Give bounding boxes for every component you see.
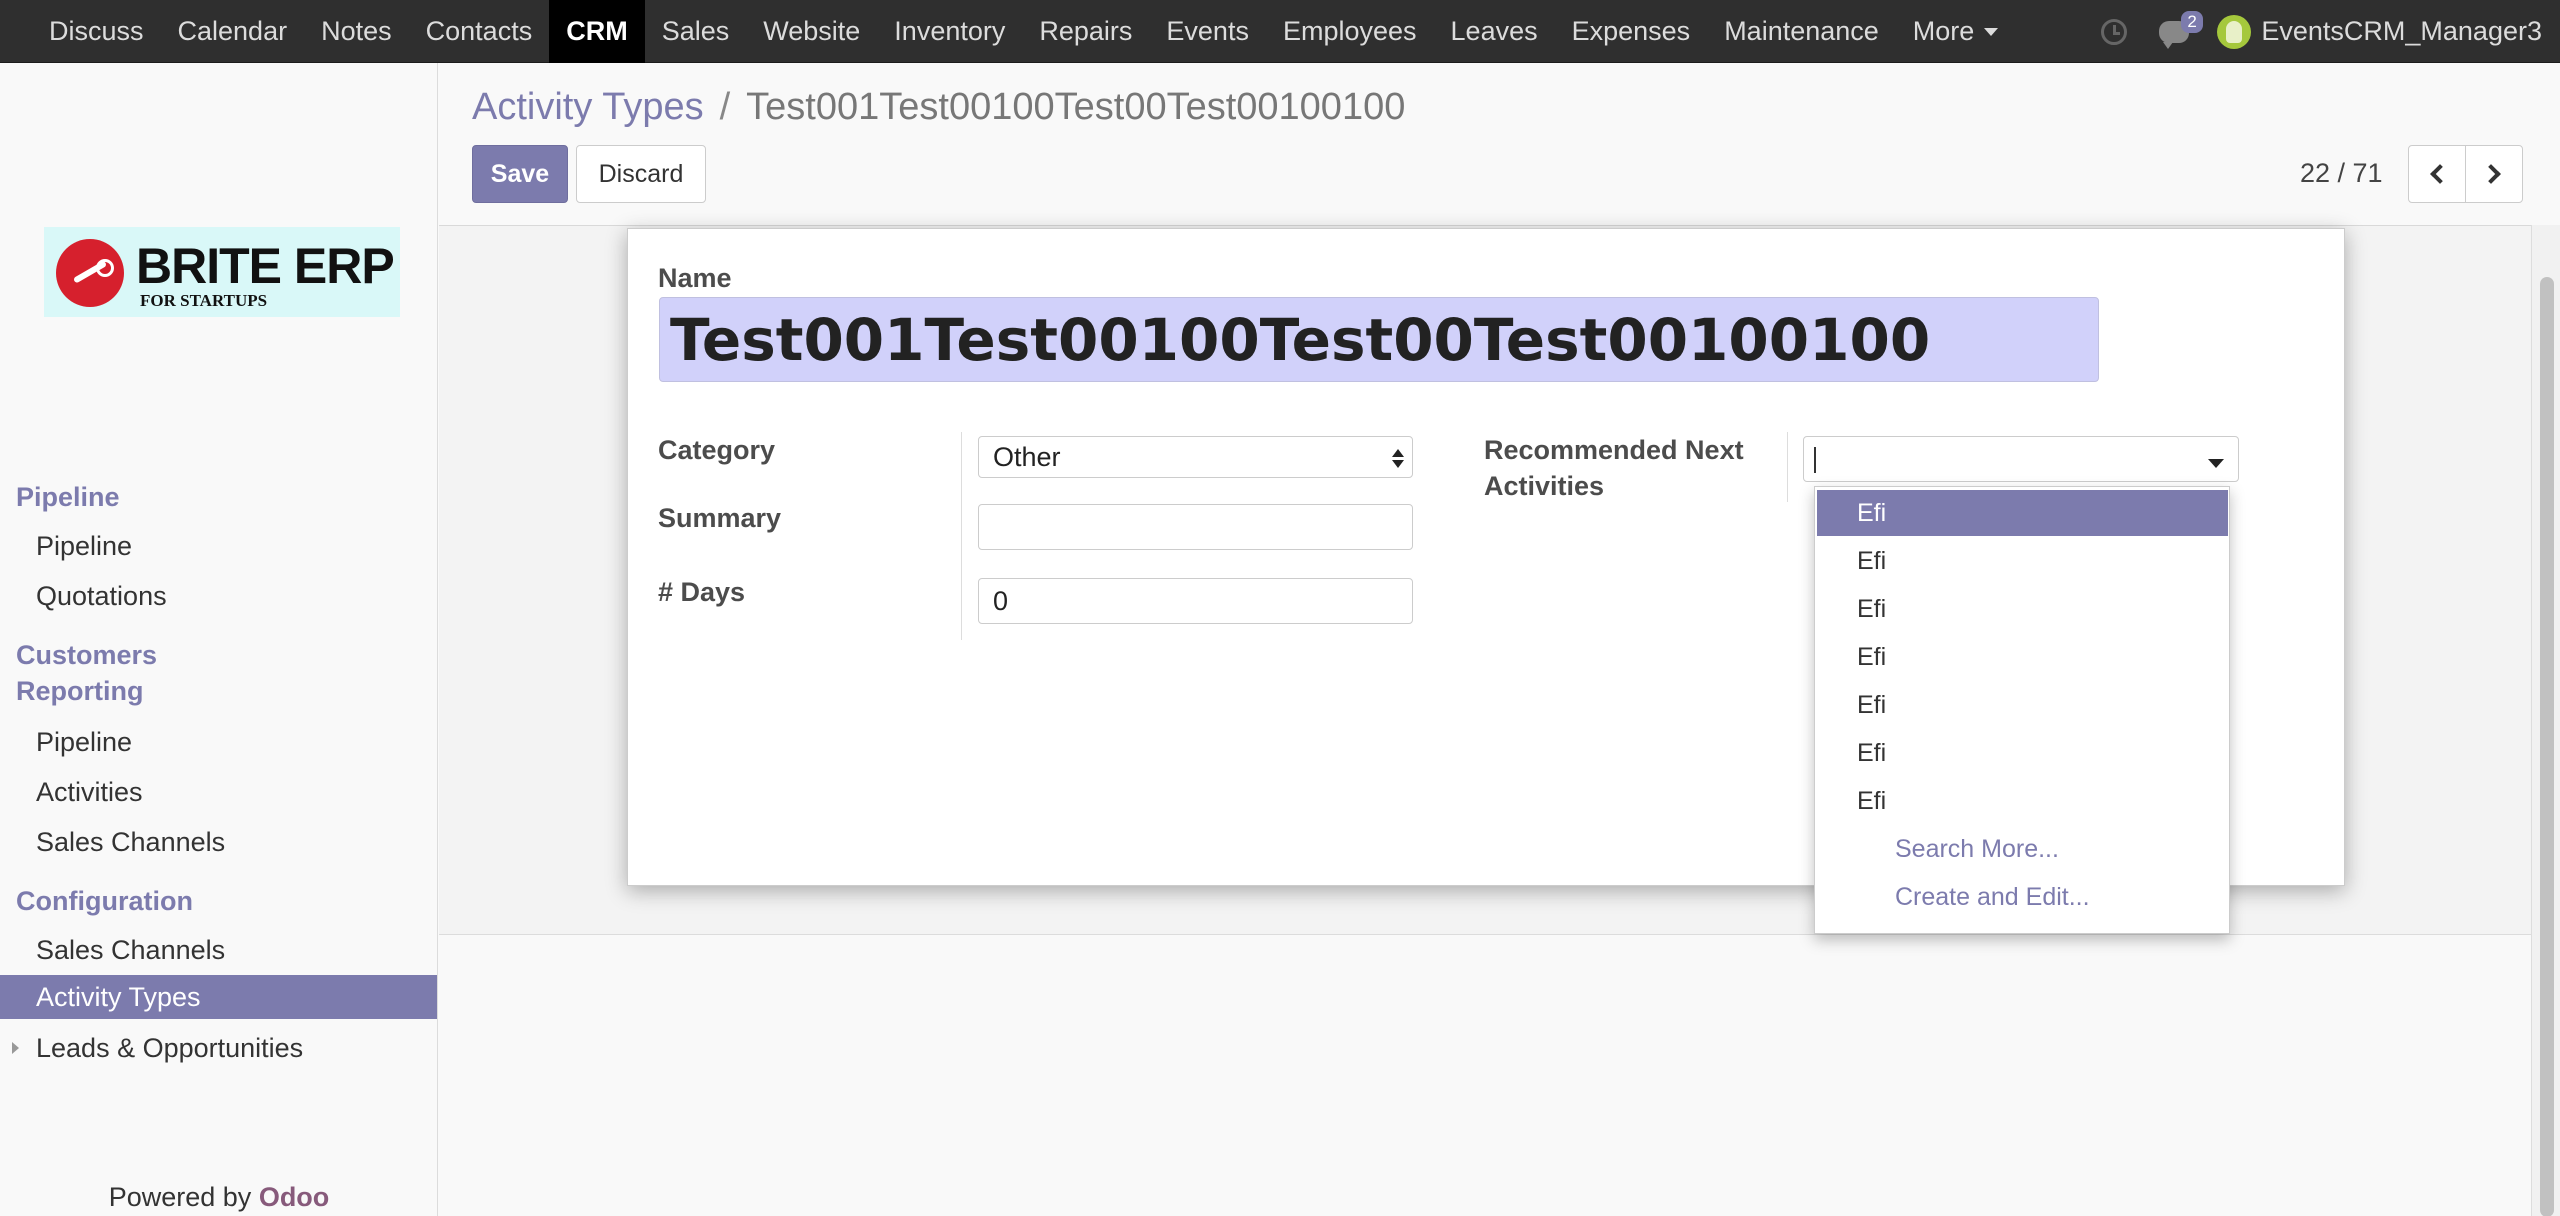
chevron-right-icon <box>2481 164 2501 184</box>
pager-next-button[interactable] <box>2465 145 2523 203</box>
search-more-link[interactable]: Search More... <box>1895 835 2059 864</box>
category-selected-value: Other <box>993 441 1061 472</box>
menu-contacts[interactable]: Contacts <box>409 0 550 63</box>
discard-button[interactable]: Discard <box>576 145 706 203</box>
save-button[interactable]: Save <box>472 145 568 203</box>
summary-input[interactable] <box>978 504 1413 550</box>
sidebar-item-activities[interactable]: Activities <box>0 770 437 814</box>
menu-leaves[interactable]: Leaves <box>1434 0 1555 63</box>
dropdown-option[interactable]: Efi <box>1817 730 2228 776</box>
sidebar-item-pipeline[interactable]: Pipeline <box>0 524 437 568</box>
dropdown-option[interactable]: Efi <box>1817 586 2228 632</box>
systray: 2 EventsCRM_Manager3 <box>2101 0 2542 63</box>
top-navbar: Discuss Calendar Notes Contacts CRM Sale… <box>0 0 2560 63</box>
chevron-down-icon[interactable] <box>2208 459 2224 468</box>
messaging-menu[interactable]: 2 <box>2159 10 2203 49</box>
category-select[interactable]: Other <box>978 436 1413 478</box>
pager-value[interactable]: 22 / 71 <box>2300 158 2383 189</box>
label-line-2: Activities <box>1484 471 1605 501</box>
content-scrollbar[interactable] <box>2531 225 2560 1216</box>
powered-by-text: Powered by <box>108 1182 252 1212</box>
breadcrumb-activity-types[interactable]: Activity Types <box>472 86 704 129</box>
menu-expenses[interactable]: Expenses <box>1555 0 1708 63</box>
content-lower-area <box>439 935 2531 1216</box>
name-label: Name <box>658 263 732 293</box>
select-arrows-icon <box>1392 449 1404 469</box>
menu-more[interactable]: More <box>1896 0 2016 63</box>
menu-employees[interactable]: Employees <box>1266 0 1434 63</box>
create-and-edit-link[interactable]: Create and Edit... <box>1895 883 2090 912</box>
summary-label: Summary <box>658 503 782 533</box>
logo-brand: BRITE ERP <box>136 238 395 294</box>
sidebar-section-configuration: Configuration <box>16 886 193 916</box>
menu-inventory[interactable]: Inventory <box>877 0 1022 63</box>
user-name[interactable]: EventsCRM_Manager3 <box>2261 16 2542 47</box>
activity-clock-icon[interactable] <box>2101 18 2128 45</box>
menu-calendar[interactable]: Calendar <box>161 0 305 63</box>
breadcrumb: Activity Types / Test001Test00100Test00T… <box>472 86 1405 129</box>
days-label: # Days <box>658 577 746 607</box>
powered-by: Powered by Odoo <box>0 1182 438 1213</box>
menu-crm[interactable]: CRM <box>549 0 645 63</box>
recommended-next-activities-label: Recommended Next Activities <box>1484 432 1744 504</box>
sidebar-item-leads-opportunities[interactable]: Leads & Opportunities <box>0 1026 437 1070</box>
breadcrumb-separator: / <box>719 86 731 128</box>
menu-events[interactable]: Events <box>1149 0 1266 63</box>
dropdown-option[interactable]: Efi <box>1817 538 2228 584</box>
sidebar-item-reporting-sales-channels[interactable]: Sales Channels <box>0 820 437 864</box>
sidebar-item-activity-types[interactable]: Activity Types <box>0 975 437 1019</box>
days-input[interactable]: 0 <box>978 578 1413 624</box>
label-divider <box>961 432 962 640</box>
pager-previous-button[interactable] <box>2408 145 2466 203</box>
odoo-link[interactable]: Odoo <box>259 1182 329 1212</box>
logo-emblem-icon <box>56 239 124 307</box>
menu-discuss[interactable]: Discuss <box>32 0 161 63</box>
menu-notes[interactable]: Notes <box>304 0 409 63</box>
menu-more-label: More <box>1912 16 1975 46</box>
app-menu: Discuss Calendar Notes Contacts CRM Sale… <box>32 0 2015 63</box>
section-title-line-1: Customers <box>16 640 158 670</box>
dropdown-option[interactable]: Efi <box>1817 682 2228 728</box>
menu-maintenance[interactable]: Maintenance <box>1707 0 1896 63</box>
messages-badge: 2 <box>2181 10 2203 33</box>
sidebar-section-customers-reporting: Customers Reporting <box>16 637 157 709</box>
sidebar-item-config-sales-channels[interactable]: Sales Channels <box>0 928 437 972</box>
dropdown-option[interactable]: Efi <box>1817 490 2228 536</box>
section-title-line-2: Reporting <box>16 676 144 706</box>
sidebar: BRITE ERP FOR STARTUPS Pipeline Pipeline… <box>0 63 438 1216</box>
category-label: Category <box>658 435 776 465</box>
menu-sales[interactable]: Sales <box>645 0 747 63</box>
recommended-activities-input[interactable] <box>1803 436 2239 482</box>
chevron-left-icon <box>2430 164 2450 184</box>
user-avatar[interactable] <box>2217 14 2252 49</box>
menu-repairs[interactable]: Repairs <box>1022 0 1149 63</box>
label-divider-right <box>1787 432 1788 502</box>
autocomplete-dropdown: Efi Efi Efi Efi Efi Efi Efi Search More.… <box>1814 486 2230 934</box>
sidebar-item-quotations[interactable]: Quotations <box>0 574 437 618</box>
dropdown-option[interactable]: Efi <box>1817 778 2228 824</box>
sidebar-item-reporting-pipeline[interactable]: Pipeline <box>0 720 437 764</box>
breadcrumb-current: Test001Test00100Test00Test00100100 <box>746 86 1406 128</box>
caret-down-icon <box>1984 27 1999 36</box>
scrollbar-thumb[interactable] <box>2540 277 2554 1216</box>
company-logo[interactable]: BRITE ERP FOR STARTUPS <box>44 227 400 317</box>
logo-tagline: FOR STARTUPS <box>140 291 268 310</box>
menu-website[interactable]: Website <box>746 0 877 63</box>
expand-arrow-icon[interactable] <box>12 1042 19 1054</box>
sidebar-section-pipeline: Pipeline <box>16 482 120 512</box>
dropdown-option[interactable]: Efi <box>1817 634 2228 680</box>
sidebar-item-label: Leads & Opportunities <box>36 1032 304 1063</box>
name-field[interactable]: Test001Test00100Test00Test00100100 <box>659 297 2099 382</box>
label-line-1: Recommended Next <box>1484 435 1744 465</box>
text-cursor <box>1814 447 1816 473</box>
